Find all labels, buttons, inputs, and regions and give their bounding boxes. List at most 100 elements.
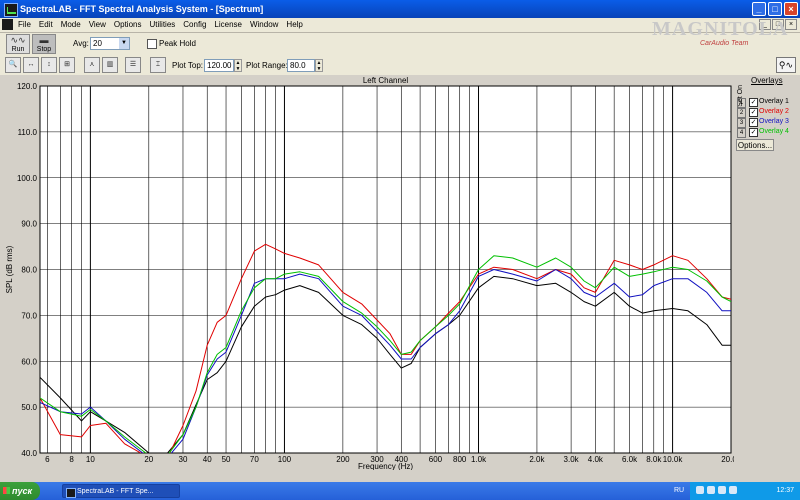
cursor-icon[interactable]: ⌶ [150,57,166,73]
y-tick-label: 70.0 [21,311,37,320]
peak-hold-checkbox[interactable] [147,39,157,49]
overlay-set-button-4[interactable]: 4 [737,128,746,138]
chevron-down-icon[interactable]: ▼ [119,38,129,49]
x-tick-label: 600 [429,455,443,464]
zoom-full-icon[interactable]: ⊞ [59,57,75,73]
logo-text: MAGNITOLA [652,18,789,40]
zoom-icon[interactable]: 🔍 [5,57,21,73]
close-button[interactable]: × [784,2,798,16]
y-tick-label: 120.0 [17,82,38,91]
plot-top-spinner[interactable]: ▲ ▼ [234,59,242,72]
x-tick-label: 40 [203,455,212,464]
taskbar-item-spectralab[interactable]: SpectraLAB - FFT Spe... [62,484,180,498]
list-icon[interactable]: ☰ [125,57,141,73]
x-tick-label: 20 [144,455,153,464]
start-button[interactable]: пуск [0,482,40,500]
overlay-options-button[interactable]: Options... [736,139,774,151]
menu-license[interactable]: License [214,20,242,29]
x-tick-label: 10.0k [663,455,684,464]
y-tick-label: 90.0 [21,220,37,229]
tray-security-icon[interactable] [718,486,726,494]
probe-icon[interactable]: ⚲∿ [776,57,796,73]
y-tick-label: 50.0 [21,403,37,412]
language-indicator[interactable]: RU [674,487,684,494]
stop-label: Stop [36,46,52,53]
x-tick-label: 4.0k [588,455,604,464]
tray-volume-icon[interactable] [707,486,715,494]
menu-file[interactable]: File [18,20,31,29]
x-tick-label: 8 [69,455,74,464]
avg-value: 20 [93,39,102,48]
start-label: пуск [12,486,33,496]
plot-top-input[interactable]: 120.00 [204,59,234,72]
minimize-button[interactable]: _ [752,2,766,16]
taskbar: пуск SpectraLAB - FFT Spe... RU 12:37 [0,482,800,500]
menu-utilities[interactable]: Utilities [149,20,175,29]
run-label: Run [11,46,25,53]
spectrum-chart[interactable]: 40.0 50.0 60.0 70.0 80.0 90.0 100.0 110.0 120.0 6… [0,75,742,471]
line-plot-icon[interactable]: ⋏ [84,57,100,73]
x-tick-label: 800 [453,455,467,464]
tray-update-icon[interactable] [729,486,737,494]
avg-select[interactable]: 20 ▼ [90,37,130,50]
overlay-checkbox-3[interactable]: ✓ [749,118,758,127]
plot-range-spinner[interactable]: ▲ ▼ [315,59,323,72]
magnitola-logo: MAGNITOLA CarAudio Team [652,18,787,50]
menu-mode[interactable]: Mode [61,20,81,29]
menu-view[interactable]: View [89,20,106,29]
overlay-set-button-3[interactable]: 3 [737,118,746,128]
menu-options[interactable]: Options [114,20,142,29]
mdi-child-icon[interactable] [2,19,13,30]
chart-title: Left Channel [363,76,409,85]
x-tick-label: 70 [250,455,259,464]
x-tick-label: 200 [336,455,350,464]
window-title: SpectraLAB - FFT Spectral Analysis Syste… [20,4,264,14]
menu-config[interactable]: Config [183,20,206,29]
overlay-row-4: 4 ✓ Overlay 4 [737,128,799,138]
x-axis-label: Frequency (Hz) [358,462,413,470]
windows-logo-icon [3,487,10,494]
zoom-y-icon[interactable]: ↕ [41,57,57,73]
tray-icons [696,486,737,494]
y-tick-label: 110.0 [18,128,38,137]
bar-plot-icon[interactable]: ▥ [102,57,118,73]
overlays-title: Overlays [751,76,783,85]
window-title-bar[interactable]: SpectraLAB - FFT Spectral Analysis Syste… [0,0,800,18]
overlay-checkbox-1[interactable]: ✓ [749,98,758,107]
overlay-checkbox-2[interactable]: ✓ [749,108,758,117]
spectralab-app-icon [4,3,18,17]
menu-edit[interactable]: Edit [39,20,53,29]
overlay-row-1: 1 ✓ Overlay 1 [737,98,799,108]
peak-hold-label: Peak Hold [159,39,196,48]
x-tick-label: 1.0k [471,455,487,464]
spectralab-task-icon [66,488,76,498]
y-tick-label: 40.0 [21,449,37,458]
x-tick-label: 6.0k [622,455,638,464]
spectrum-plot[interactable]: 40.0 50.0 60.0 70.0 80.0 90.0 100.0 110.0 120.0 6… [0,75,742,471]
zoom-x-icon[interactable]: ↔ [23,57,39,73]
x-tick-label: 3.0k [564,455,580,464]
overlay-label-3: Overlay 3 [759,118,789,125]
run-button[interactable]: ∿∿ Run [6,34,30,54]
menu-window[interactable]: Window [250,20,278,29]
y-tick-label: 100.0 [17,174,38,183]
menu-help[interactable]: Help [286,20,302,29]
tray-network-icon[interactable] [696,486,704,494]
maximize-button[interactable]: □ [768,2,782,16]
x-tick-label: 10 [86,455,95,464]
waveform-icon: ∿∿ [10,35,26,45]
overlay-label-4: Overlay 4 [759,128,789,135]
plot-top-label: Plot Top: [172,61,203,70]
plot-range-input[interactable]: 80.0 [287,59,315,72]
overlay-label-1: Overlay 1 [759,98,789,105]
x-tick-label: 30 [179,455,188,464]
clock: 12:37 [776,487,794,494]
overlays-panel: Overlays Set On 1 ✓ Overlay 1 2 ✓ Overlay 2 3 ✓… [734,75,800,470]
overlay-label-2: Overlay 2 [759,108,789,115]
plot-range-label: Plot Range: [246,61,288,70]
stop-button[interactable]: ▬ Stop [32,34,56,54]
overlay-set-button-2[interactable]: 2 [737,108,746,118]
x-tick-label: 20.0k [721,455,734,464]
overlay-set-button-1[interactable]: 1 [737,98,746,108]
overlay-checkbox-4[interactable]: ✓ [749,128,758,137]
